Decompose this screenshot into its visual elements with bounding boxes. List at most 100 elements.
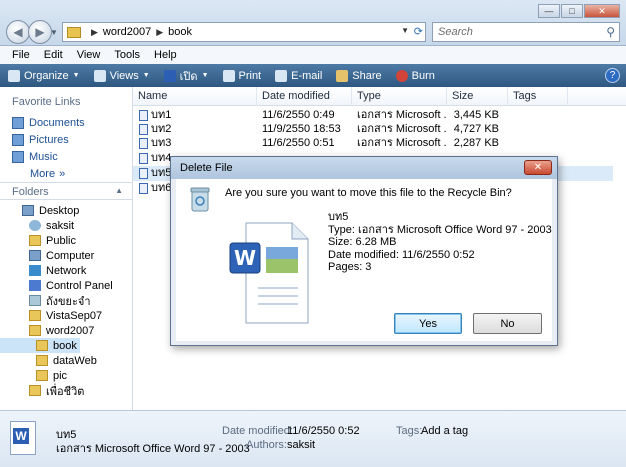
more-label: More xyxy=(30,167,56,180)
tree-label: Desktop xyxy=(39,204,80,217)
tree-item-phuea-chiwit[interactable]: เพื่อชีวิต xyxy=(0,383,133,398)
share-button[interactable]: Share xyxy=(336,69,382,82)
details-pane: W บท5 เอกสาร Microsoft Office Word 97 - … xyxy=(0,410,626,467)
chevron-up-icon: ▲ xyxy=(115,186,123,195)
search-input[interactable]: Search ⚲ xyxy=(432,22,620,42)
file-name: บท4 xyxy=(151,152,172,164)
word-document-icon: W xyxy=(229,222,309,324)
tree-item-vistasep07[interactable]: VistaSep07 xyxy=(0,308,133,323)
details-tags-value[interactable]: Add a tag xyxy=(421,425,468,437)
tree-label: Public xyxy=(46,234,76,247)
navigation-pane: Favorite Links Documents Pictures Music … xyxy=(0,87,133,410)
favorite-label: Documents xyxy=(29,116,85,129)
file-row[interactable]: บท2 11/9/2550 18:53 เอกสาร Microsoft ...… xyxy=(133,122,503,137)
more-links-button[interactable]: More » xyxy=(0,165,132,182)
folder-icon xyxy=(29,325,41,336)
details-date-label: Date modified: xyxy=(222,425,293,437)
breadcrumb-word2007[interactable]: word2007 xyxy=(103,26,151,38)
file-date: 11/6/2550 0:49 xyxy=(262,109,335,121)
maximize-button[interactable]: □ xyxy=(561,4,583,18)
file-size: 2,287 KB xyxy=(453,137,499,149)
menu-edit[interactable]: Edit xyxy=(44,49,63,61)
tree-item-computer[interactable]: Computer xyxy=(0,248,133,263)
tree-label: Network xyxy=(46,264,87,277)
dialog-question: Are you sure you want to move this file … xyxy=(225,187,512,199)
favorite-music[interactable]: Music xyxy=(0,148,132,165)
menu-file[interactable]: File xyxy=(12,49,30,61)
dialog-file-pages: Pages: 3 xyxy=(328,261,372,273)
tree-item-book[interactable]: book xyxy=(0,338,80,353)
address-bar[interactable]: ▶ word2007 ▶ book ▼ ⟳ xyxy=(62,22,426,42)
menu-tools[interactable]: Tools xyxy=(114,49,140,61)
tree-item-desktop[interactable]: Desktop xyxy=(0,203,133,218)
file-row[interactable]: บท1 11/6/2550 0:49 เอกสาร Microsoft ... … xyxy=(133,108,503,123)
svg-text:W: W xyxy=(234,246,256,270)
email-icon xyxy=(275,69,288,82)
forward-button[interactable]: ▶ xyxy=(28,20,52,44)
column-header-name[interactable]: Name xyxy=(133,87,257,106)
organize-button[interactable]: Organize ▼ xyxy=(8,69,80,82)
column-header-tags[interactable]: Tags xyxy=(508,87,568,106)
menu-view[interactable]: View xyxy=(77,49,101,61)
tree-item-network[interactable]: Network xyxy=(0,263,133,278)
column-header-size[interactable]: Size xyxy=(447,87,508,106)
tree-item-recycle-bin[interactable]: ถังขยะจำ xyxy=(0,293,133,308)
folders-header[interactable]: Folders ▲ xyxy=(0,182,133,200)
word-doc-icon xyxy=(139,110,148,121)
tree-label: book xyxy=(53,339,77,352)
favorite-documents[interactable]: Documents xyxy=(0,114,132,131)
open-button[interactable]: เปิด ▼ xyxy=(163,67,209,85)
email-button[interactable]: E-mail xyxy=(275,69,322,82)
minimize-button[interactable]: — xyxy=(538,4,560,18)
control-panel-icon xyxy=(29,280,41,291)
word-doc-icon xyxy=(139,183,148,194)
dialog-close-button[interactable]: ✕ xyxy=(524,160,552,175)
favorite-pictures[interactable]: Pictures xyxy=(0,131,132,148)
menu-help[interactable]: Help xyxy=(154,49,177,61)
open-label: เปิด xyxy=(179,70,198,83)
window-controls: — □ ✕ xyxy=(537,4,620,18)
address-dropdown[interactable]: ▼ xyxy=(401,26,409,35)
word-doc-icon xyxy=(139,153,148,164)
tree-item-dataweb[interactable]: dataWeb xyxy=(0,353,133,368)
recent-pages-dropdown[interactable]: ▼ xyxy=(50,28,58,37)
tree-item-word2007[interactable]: word2007 xyxy=(0,323,133,338)
column-header-type[interactable]: Type xyxy=(352,87,447,106)
details-authors-value[interactable]: saksit xyxy=(287,439,315,451)
file-row[interactable]: บท3 11/6/2550 0:51 เอกสาร Microsoft ... … xyxy=(133,136,503,151)
dialog-file-date: Date modified: 11/6/2550 0:52 xyxy=(328,248,475,261)
dialog-title: Delete File xyxy=(171,157,557,179)
breadcrumb-book[interactable]: book xyxy=(168,26,192,38)
yes-button[interactable]: Yes xyxy=(394,313,462,334)
refresh-icon[interactable]: ⟳ xyxy=(414,25,423,38)
help-icon[interactable]: ? xyxy=(605,68,620,83)
word-doc-icon xyxy=(139,168,148,179)
favorite-label: Pictures xyxy=(29,133,69,146)
search-icon[interactable]: ⚲ xyxy=(606,25,615,39)
no-button[interactable]: No xyxy=(473,313,542,334)
tree-item-saksit[interactable]: saksit xyxy=(0,218,133,233)
delete-file-dialog: Delete File ✕ Are you sure you want to m… xyxy=(170,156,558,346)
tree-label: saksit xyxy=(46,219,75,232)
dialog-file-size: Size: 6.28 MB xyxy=(328,236,397,248)
column-header-date[interactable]: Date modified xyxy=(257,87,352,106)
tree-item-public[interactable]: Public xyxy=(0,233,133,248)
search-placeholder: Search xyxy=(438,26,473,38)
back-button[interactable]: ◀ xyxy=(6,20,30,44)
views-button[interactable]: Views ▼ xyxy=(93,69,150,82)
burn-button[interactable]: Burn xyxy=(395,69,435,82)
dialog-file-type: Type: เอกสาร Microsoft Office Word 97 - … xyxy=(328,223,552,236)
print-button[interactable]: Print xyxy=(222,69,261,82)
double-chevron-icon: » xyxy=(59,167,66,180)
breadcrumb-separator: ▶ xyxy=(156,26,164,37)
file-type: เอกสาร Microsoft ... xyxy=(357,109,447,121)
file-size: 3,445 KB xyxy=(453,109,499,121)
computer-icon xyxy=(29,250,41,261)
window-close-button[interactable]: ✕ xyxy=(584,4,620,18)
command-bar: Organize ▼ Views ▼ เปิด ▼ Print E-mail S… xyxy=(0,64,626,87)
file-name: บท6 xyxy=(151,182,172,194)
dialog-body: Are you sure you want to move this file … xyxy=(176,179,552,341)
print-icon xyxy=(222,69,235,82)
documents-icon xyxy=(12,116,24,129)
word-doc-icon: W xyxy=(10,421,36,455)
